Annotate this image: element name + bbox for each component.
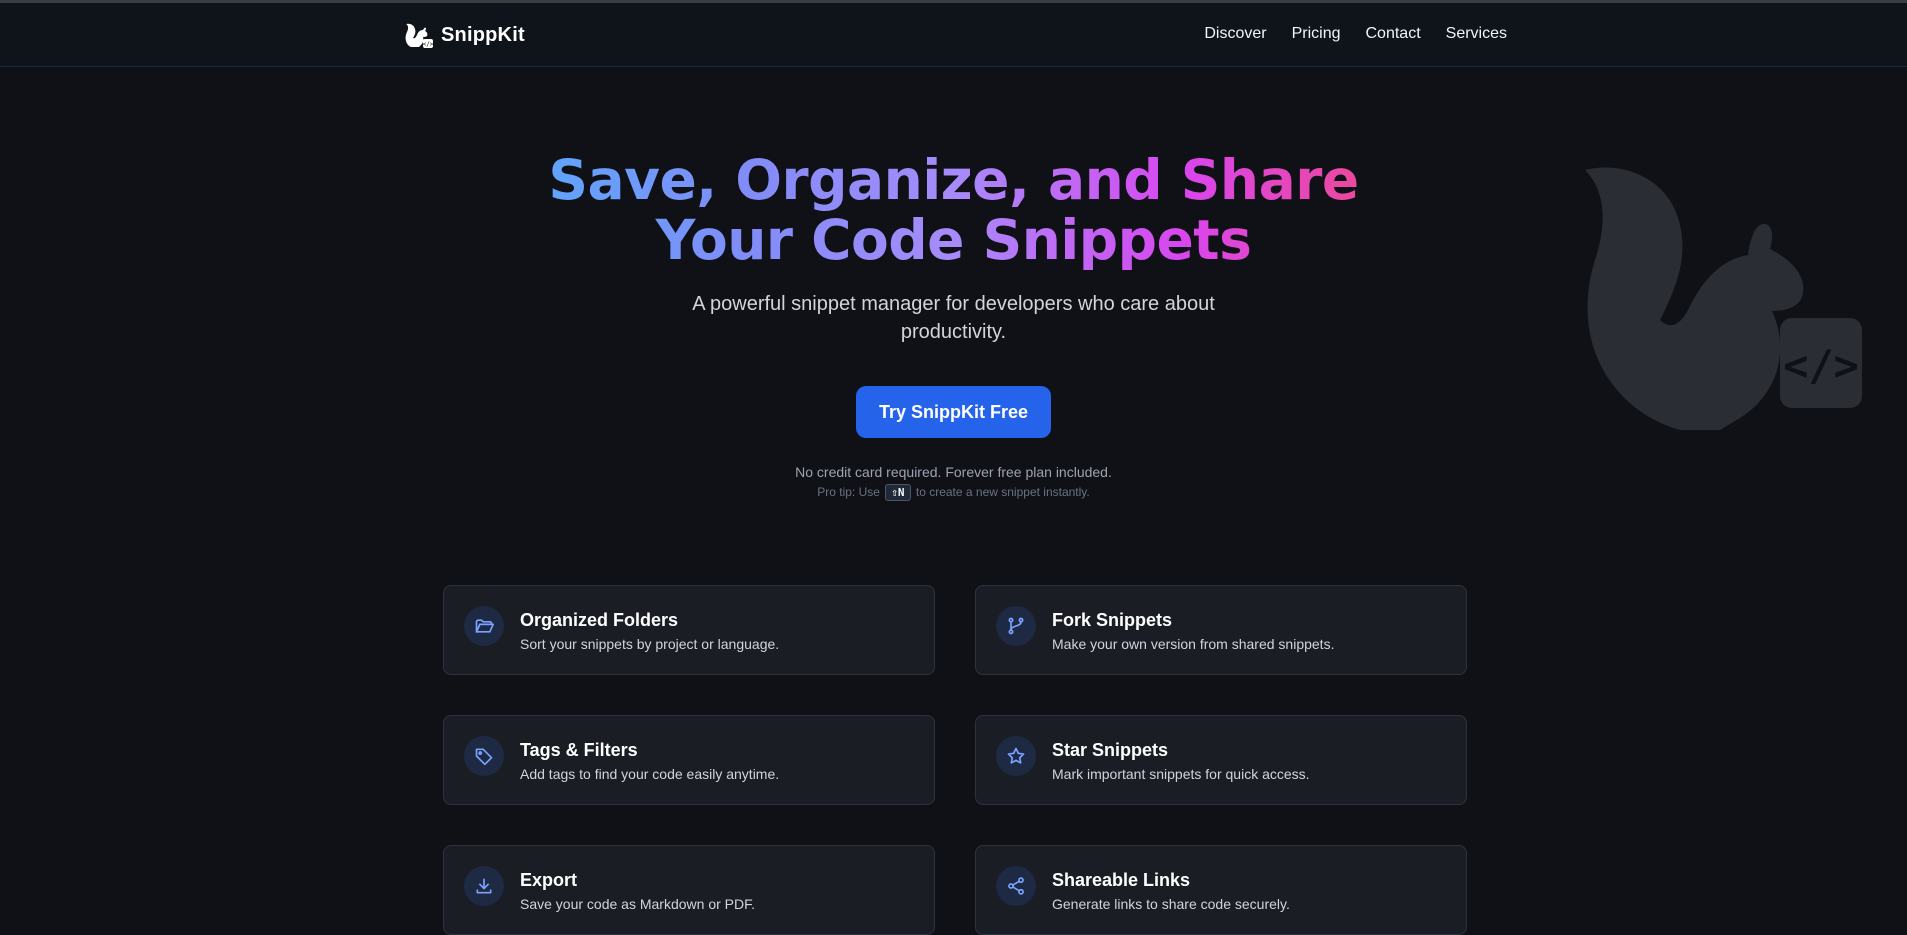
- nav-pricing[interactable]: Pricing: [1292, 25, 1341, 43]
- tag-icon: [464, 736, 504, 776]
- feature-card-star[interactable]: Star Snippets Mark important snippets fo…: [975, 715, 1467, 805]
- brand-link[interactable]: </> SnippKit: [403, 19, 525, 51]
- hero-title-line1: Save, Organize, and Share: [548, 148, 1359, 212]
- share-icon: [996, 866, 1036, 906]
- feature-card-tags[interactable]: Tags & Filters Add tags to find your cod…: [443, 715, 935, 805]
- feature-desc: Make your own version from shared snippe…: [1052, 636, 1335, 652]
- feature-desc: Sort your snippets by project or languag…: [520, 636, 780, 652]
- brand-name: SnippKit: [441, 23, 525, 46]
- pro-tip-suffix: to create a new snippet instantly.: [915, 485, 1090, 499]
- star-icon: [996, 736, 1036, 776]
- feature-title: Shareable Links: [1052, 870, 1191, 890]
- credit-card-note: No credit card required. Forever free pl…: [795, 464, 1112, 480]
- feature-desc: Add tags to find your code easily anytim…: [520, 766, 780, 782]
- feature-card-share[interactable]: Shareable Links Generate links to share …: [975, 845, 1467, 935]
- nav-discover[interactable]: Discover: [1204, 25, 1266, 43]
- feature-desc: Mark important snippets for quick access…: [1052, 766, 1310, 782]
- shortcut-key: ⇧N: [885, 484, 911, 501]
- feature-card-folders[interactable]: Organized Folders Sort your snippets by …: [443, 585, 935, 675]
- hero-title-line2: Your Code Snippets: [655, 208, 1252, 272]
- feature-title: Export: [520, 870, 578, 890]
- feature-title: Fork Snippets: [1052, 610, 1173, 630]
- nav-contact[interactable]: Contact: [1366, 25, 1421, 43]
- squirrel-logo-icon: </>: [405, 23, 434, 48]
- svg-text:</>: </>: [423, 41, 434, 48]
- feature-card-fork[interactable]: Fork Snippets Make your own version from…: [975, 585, 1467, 675]
- feature-card-export[interactable]: Export Save your code as Markdown or PDF…: [443, 845, 935, 935]
- pro-tip: Pro tip: Use ⇧N to create a new snippet …: [0, 484, 1907, 501]
- git-fork-icon: [996, 606, 1036, 646]
- feature-title: Star Snippets: [1052, 740, 1169, 760]
- nav-services[interactable]: Services: [1446, 25, 1507, 43]
- feature-desc: Save your code as Markdown or PDF.: [520, 896, 755, 912]
- hero-section: Save, Organize, and Share Your Code Snip…: [0, 150, 1907, 501]
- hero-title: Save, Organize, and Share Your Code Snip…: [544, 150, 1364, 270]
- hero-subtitle: A powerful snippet manager for developer…: [692, 293, 1215, 343]
- download-icon: [464, 866, 504, 906]
- pro-tip-prefix: Pro tip: Use: [817, 485, 880, 499]
- site-header: </> SnippKit Discover Pricing Contact Se…: [0, 3, 1907, 67]
- feature-desc: Generate links to share code securely.: [1052, 896, 1290, 912]
- try-free-button[interactable]: Try SnippKit Free: [855, 386, 1052, 438]
- folder-open-icon: [464, 606, 504, 646]
- feature-title: Tags & Filters: [520, 740, 638, 760]
- main-nav: Discover Pricing Contact Services: [1204, 25, 1507, 43]
- feature-title: Organized Folders: [520, 610, 679, 630]
